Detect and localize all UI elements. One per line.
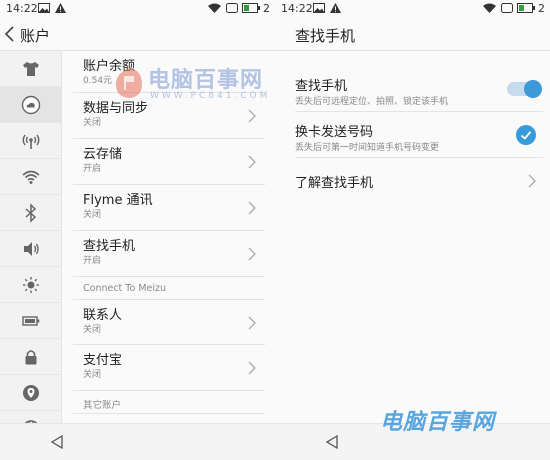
chevron-right-icon bbox=[528, 174, 536, 188]
list-item-value: 开启 bbox=[83, 164, 102, 174]
section-header-other: 其它账户 bbox=[83, 400, 122, 411]
find-phone-screen: 14:22 2 查找手机 查找手机 丢失后可远程定位、拍照、锁定该手机 换卡发送… bbox=[275, 0, 550, 460]
rail-item-theme[interactable] bbox=[0, 51, 62, 87]
list-item-alipay[interactable]: 支付宝 关闭 bbox=[73, 345, 265, 391]
list-item-value: 关闭 bbox=[83, 210, 102, 220]
status-bar: 14:22 2 bbox=[0, 0, 275, 17]
battery-status-icon bbox=[242, 3, 260, 13]
navigation-bar bbox=[0, 423, 275, 460]
warning-icon bbox=[330, 3, 341, 13]
chevron-right-icon bbox=[248, 201, 256, 215]
nav-back-icon[interactable] bbox=[50, 435, 64, 449]
list-item-value: 关闭 bbox=[83, 118, 102, 128]
watermark-brand: 电脑百事网 bbox=[148, 68, 264, 93]
status-time: 14:22 bbox=[281, 2, 313, 15]
toggle-knob bbox=[524, 80, 542, 98]
list-item-value: 0.54元 bbox=[83, 76, 113, 86]
setting-sim-change-notify[interactable]: 换卡发送号码 丢失后可第一时间知道手机号码变更 bbox=[295, 121, 543, 158]
status-time: 14:22 bbox=[6, 2, 38, 15]
watermark-logo bbox=[115, 68, 142, 98]
app-bar: 查找手机 bbox=[275, 17, 550, 51]
list-item-label: 联系人 bbox=[83, 308, 123, 323]
list-item-value: 开启 bbox=[83, 256, 102, 266]
cloud-icon bbox=[21, 95, 41, 114]
setting-find-phone[interactable]: 查找手机 丢失后可远程定位、拍照、锁定该手机 bbox=[295, 75, 543, 112]
page-title: 查找手机 bbox=[295, 27, 356, 45]
setting-label: 换卡发送号码 bbox=[295, 125, 374, 140]
lock-icon bbox=[25, 349, 37, 364]
list-item-value: 关闭 bbox=[83, 370, 102, 380]
volume-icon bbox=[24, 241, 39, 256]
rail-item-account[interactable] bbox=[0, 87, 62, 123]
image-notification-icon bbox=[38, 3, 50, 13]
battery-icon bbox=[22, 315, 40, 326]
settings-category-rail bbox=[0, 51, 62, 438]
list-item-cloud-storage[interactable]: 云存储 开启 bbox=[73, 139, 265, 185]
back-icon[interactable] bbox=[4, 26, 16, 42]
list-item-label: 支付宝 bbox=[83, 353, 123, 368]
chevron-right-icon bbox=[248, 316, 256, 330]
rail-item-battery[interactable] bbox=[0, 303, 62, 339]
rail-item-wifi[interactable] bbox=[0, 159, 62, 195]
sim-icon bbox=[501, 3, 513, 13]
divider bbox=[73, 413, 265, 414]
watermark-url: WWW.PC841.COM bbox=[150, 91, 271, 101]
chevron-right-icon bbox=[248, 155, 256, 169]
hotspot-icon bbox=[22, 134, 40, 149]
rail-item-display[interactable] bbox=[0, 267, 62, 303]
shirt-icon bbox=[23, 61, 39, 76]
location-icon bbox=[23, 384, 39, 401]
rail-item-security[interactable] bbox=[0, 339, 62, 375]
account-screen: 14:22 2 账户 账户余额 0.54元 数据与同步 关闭 云存储 开启 Fl… bbox=[0, 0, 275, 460]
list-item-flyme-contacts[interactable]: Flyme 通讯 关闭 bbox=[73, 185, 265, 231]
list-item-contacts[interactable]: 联系人 关闭 bbox=[73, 299, 265, 345]
list-item-find-phone[interactable]: 查找手机 开启 bbox=[73, 231, 265, 277]
checkmark-icon bbox=[520, 131, 532, 140]
app-bar: 账户 bbox=[0, 17, 275, 51]
rail-item-sound[interactable] bbox=[0, 231, 62, 267]
battery-status-icon bbox=[517, 3, 535, 13]
find-phone-toggle[interactable] bbox=[507, 80, 542, 98]
page-title: 账户 bbox=[20, 27, 51, 45]
sim-change-checkbox[interactable] bbox=[516, 125, 536, 145]
rail-item-bluetooth[interactable] bbox=[0, 195, 62, 231]
nav-back-icon[interactable] bbox=[325, 435, 339, 449]
wifi-signal-icon bbox=[483, 3, 496, 13]
brightness-icon bbox=[23, 276, 39, 293]
battery-level: 2 bbox=[538, 2, 545, 15]
list-item-label: Flyme 通讯 bbox=[83, 193, 153, 208]
watermark-bottom: 电脑百事网 bbox=[380, 410, 496, 435]
setting-label: 查找手机 bbox=[295, 79, 348, 94]
sim-icon bbox=[226, 3, 238, 13]
image-notification-icon bbox=[313, 3, 325, 13]
rail-item-hotspot[interactable] bbox=[0, 123, 62, 159]
list-item-label: 查找手机 bbox=[83, 239, 136, 254]
section-header-connect: Connect To Meizu bbox=[83, 283, 167, 294]
list-item-value: 关闭 bbox=[83, 325, 102, 335]
chevron-right-icon bbox=[248, 109, 256, 123]
link-label: 了解查找手机 bbox=[295, 176, 374, 191]
chevron-right-icon bbox=[248, 247, 256, 261]
wifi-icon bbox=[22, 170, 40, 184]
wifi-signal-icon bbox=[208, 3, 221, 13]
list-item-label: 云存储 bbox=[83, 147, 123, 162]
link-learn-find-phone[interactable]: 了解查找手机 bbox=[295, 172, 543, 198]
setting-description: 丢失后可远程定位、拍照、锁定该手机 bbox=[295, 97, 449, 107]
rail-item-location[interactable] bbox=[0, 375, 62, 411]
setting-description: 丢失后可第一时间知道手机号码变更 bbox=[295, 143, 440, 153]
bluetooth-icon bbox=[25, 202, 37, 223]
warning-icon bbox=[55, 3, 66, 13]
battery-level: 2 bbox=[263, 2, 270, 15]
chevron-right-icon bbox=[248, 361, 256, 375]
status-bar: 14:22 2 bbox=[275, 0, 550, 17]
